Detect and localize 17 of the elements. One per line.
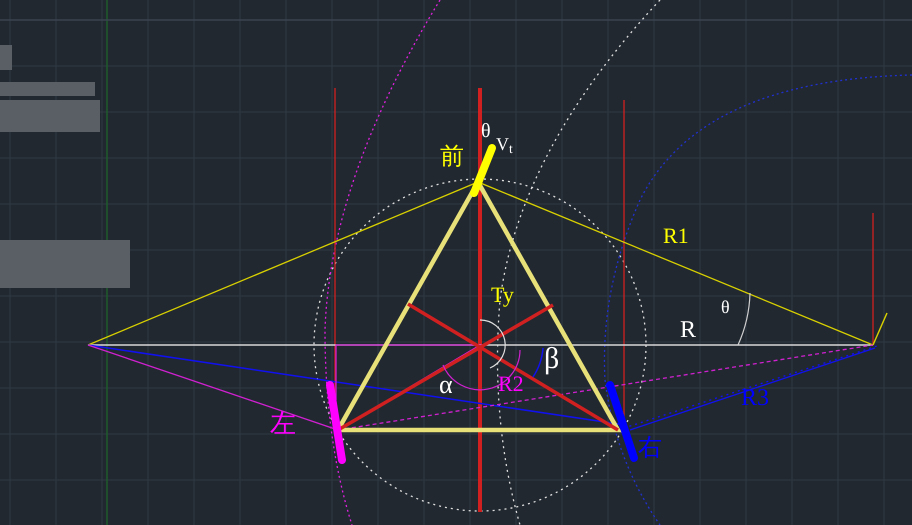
angle-arc [737, 292, 751, 346]
drawing-label: 前 [440, 145, 464, 169]
drawing-label: α [439, 372, 453, 398]
drawing-label: V$_{t}$ [496, 135, 513, 153]
drawing-label: β [544, 344, 560, 374]
drawing-label: θ [721, 298, 730, 316]
drawing-label: R3 [741, 386, 770, 410]
angle-arc [532, 348, 544, 378]
drawing-label: Ty [491, 284, 514, 306]
blurred-block [0, 45, 12, 70]
drawing-label: 右 [638, 436, 662, 460]
drawing-label: R [680, 318, 696, 342]
drawing-label: R1 [663, 225, 689, 247]
drawing-label: 左 [270, 411, 296, 437]
drawing-label: θ [481, 121, 491, 141]
drawing-label: R2 [498, 373, 524, 395]
wheel [470, 144, 496, 197]
